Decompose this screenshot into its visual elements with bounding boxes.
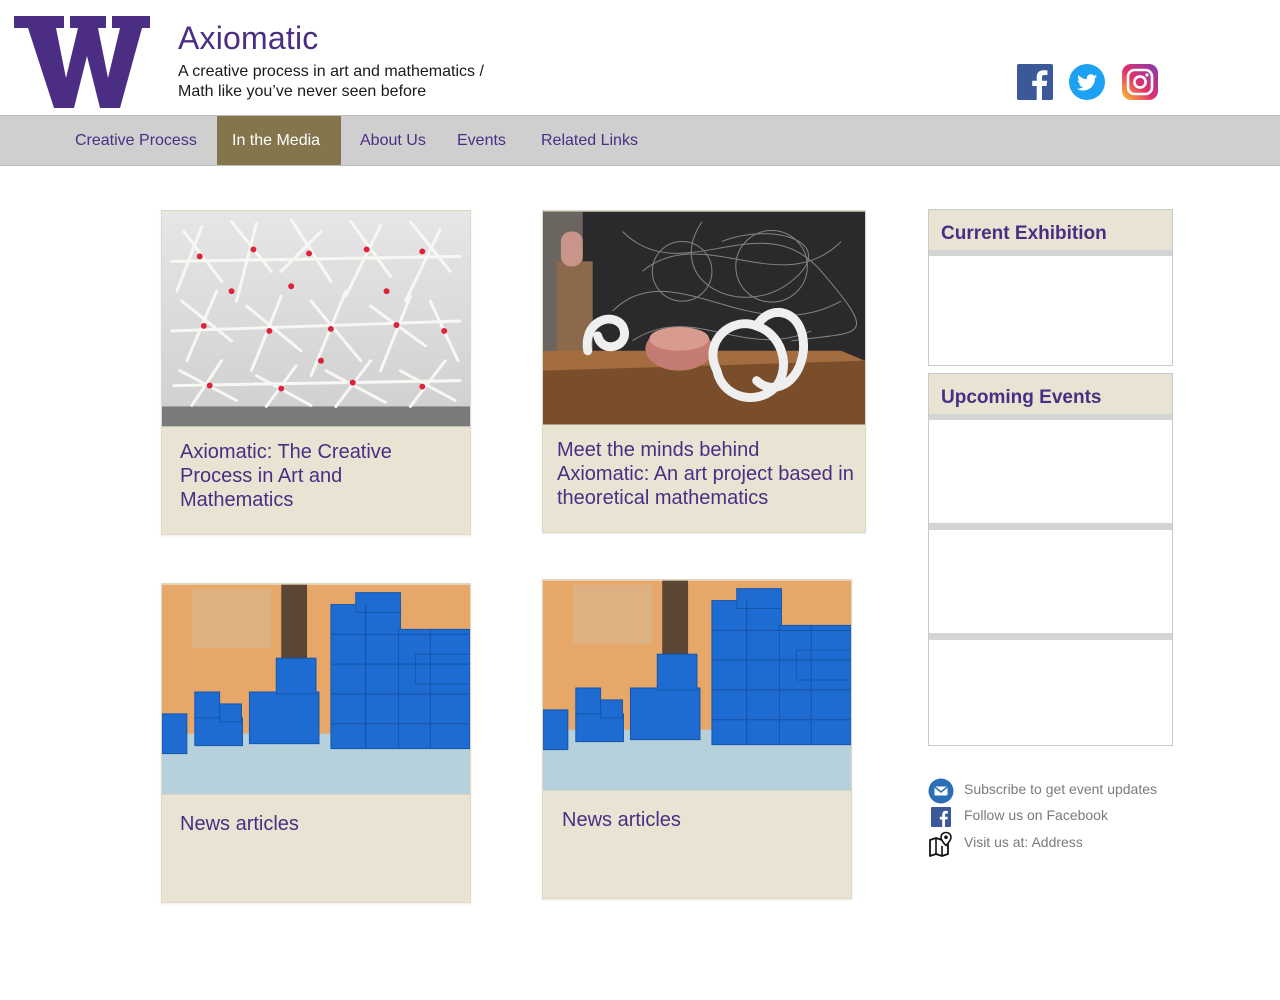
follow-text[interactable]: Follow us on Facebook [964, 807, 1108, 823]
media-card[interactable]: News articles [161, 583, 471, 903]
media-card[interactable]: Meet the minds behind Axiomatic: An art … [542, 210, 866, 533]
site-tagline: A creative process in art and mathematic… [178, 62, 484, 102]
nav-related-links[interactable]: Related Links [541, 116, 638, 165]
event-divider [929, 633, 1172, 640]
card-caption[interactable]: Axiomatic: The Creative Process in Art a… [180, 440, 450, 512]
upcoming-events-panel: Upcoming Events [928, 373, 1173, 746]
email-icon [928, 778, 954, 804]
current-exhibition-body[interactable] [929, 256, 1172, 359]
card-caption[interactable]: News articles [180, 812, 299, 836]
upcoming-events-title: Upcoming Events [929, 374, 1172, 420]
visit-text[interactable]: Visit us at: Address [964, 834, 1083, 850]
facebook-icon[interactable] [1017, 64, 1053, 100]
event-slot[interactable] [929, 530, 1172, 633]
blue-blocks-image[interactable] [543, 580, 851, 791]
tagline-line-2: Math like you’ve never seen before [178, 83, 427, 100]
event-slot[interactable] [929, 420, 1172, 523]
current-exhibition-title: Current Exhibition [929, 210, 1172, 256]
current-exhibition-panel: Current Exhibition [928, 209, 1173, 366]
uw-logo[interactable] [14, 16, 150, 108]
instagram-icon[interactable] [1122, 64, 1158, 100]
nav-creative-process[interactable]: Creative Process [75, 116, 197, 165]
subscribe-text[interactable]: Subscribe to get event updates [964, 781, 1157, 797]
tagline-line-1: A creative process in art and mathematic… [178, 63, 484, 80]
facebook-small-icon [931, 807, 951, 827]
event-divider [929, 523, 1172, 530]
card-caption[interactable]: Meet the minds behind Axiomatic: An art … [557, 438, 855, 510]
sculpture-image[interactable] [162, 211, 470, 427]
nav-events[interactable]: Events [457, 116, 506, 165]
card-caption[interactable]: News articles [562, 808, 681, 832]
site-header: Axiomatic A creative process in art and … [0, 0, 1280, 115]
map-pin-icon [929, 831, 952, 857]
media-card[interactable]: News articles [542, 579, 852, 899]
nav-in-the-media[interactable]: In the Media [217, 116, 341, 165]
event-slot[interactable] [929, 640, 1172, 739]
media-card[interactable]: Axiomatic: The Creative Process in Art a… [161, 210, 471, 535]
nav-about-us[interactable]: About Us [360, 116, 426, 165]
knot-sculptures-image[interactable] [543, 211, 865, 425]
site-title[interactable]: Axiomatic [178, 20, 319, 57]
twitter-icon[interactable] [1069, 64, 1105, 100]
main-nav: Creative Process In the Media About Us E… [0, 115, 1280, 166]
blue-blocks-image[interactable] [162, 584, 470, 795]
